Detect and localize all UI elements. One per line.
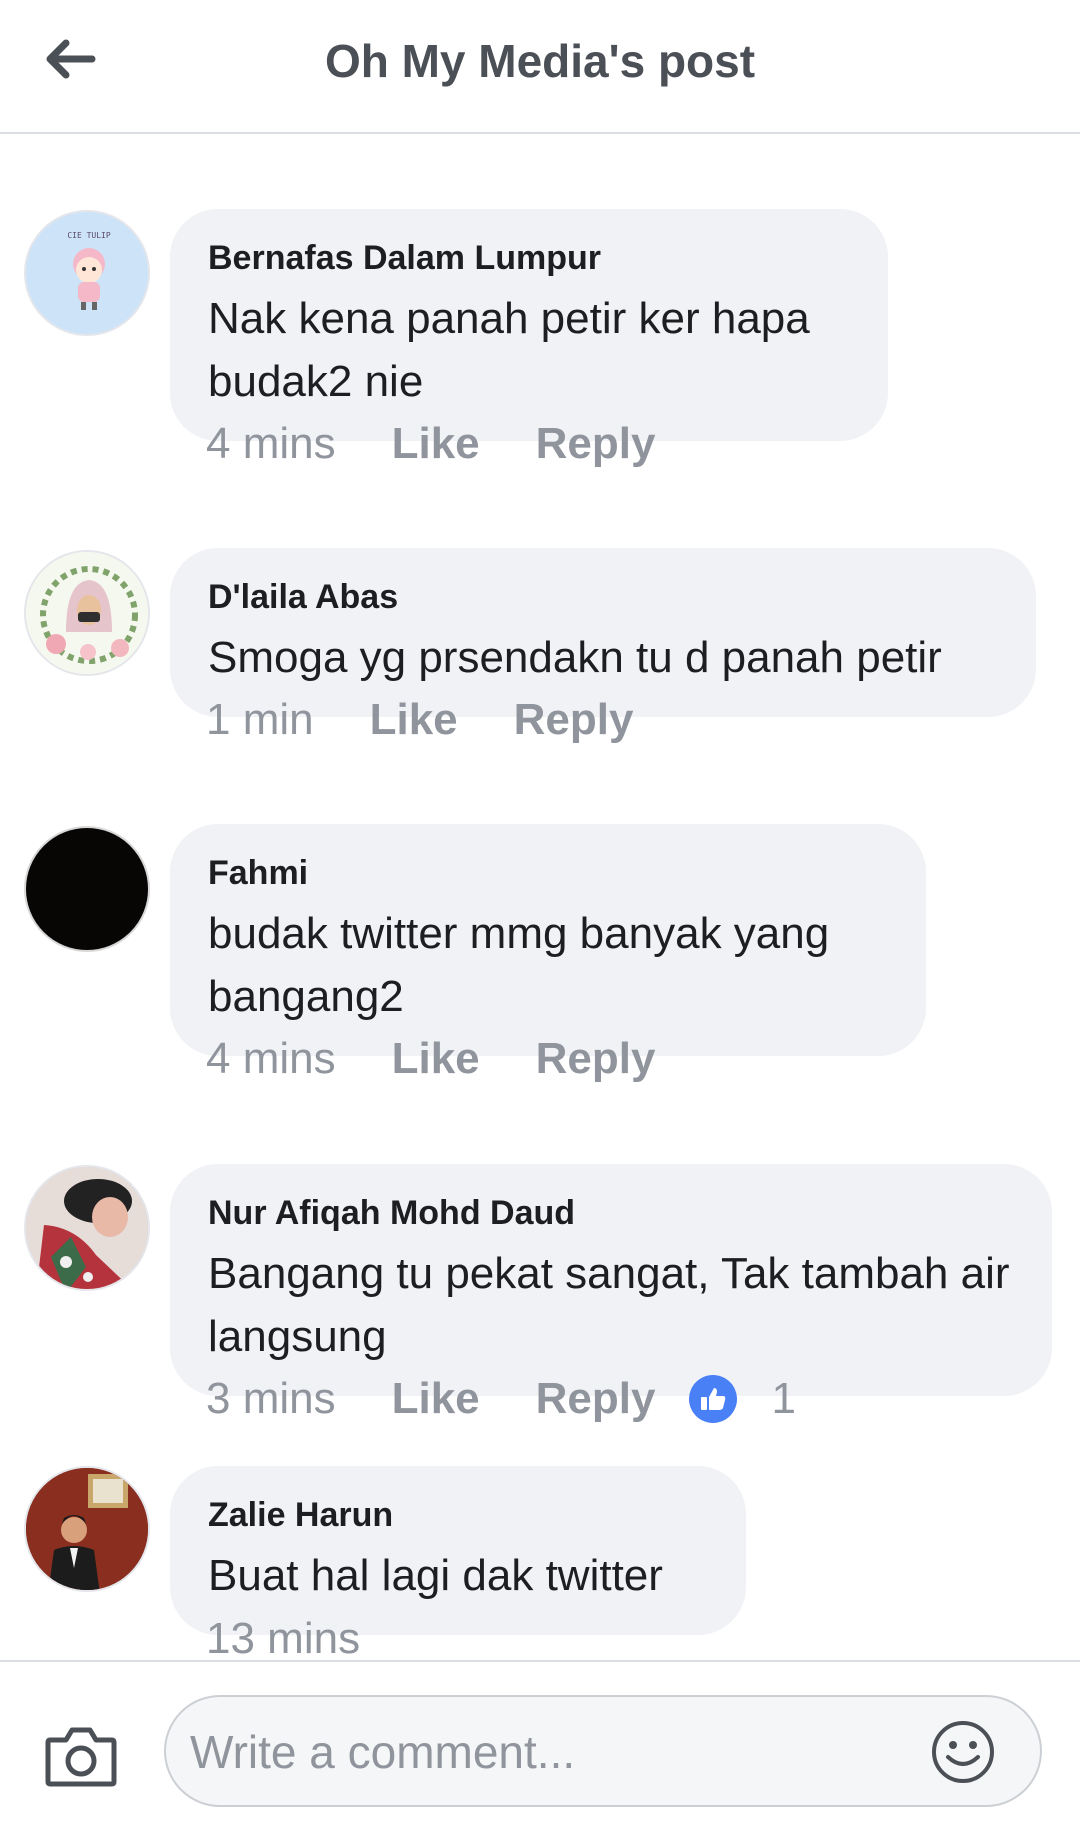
emoji-button[interactable] (930, 1719, 996, 1785)
avatar[interactable]: CIE TULIP (24, 210, 150, 336)
like-button[interactable]: Like (392, 419, 480, 469)
thumbs-up-icon (689, 1375, 738, 1423)
comment-actions: 13 mins (206, 1614, 360, 1659)
comment-text: Smoga yg prsendakn tu d panah petir (208, 633, 942, 682)
comment-actions: 4 mins Like Reply (206, 1034, 711, 1084)
comment-author[interactable]: Nur Afiqah Mohd Daud (208, 1194, 1014, 1232)
smiley-icon (932, 1721, 994, 1783)
reply-button[interactable]: Reply (536, 1034, 656, 1084)
avatar-photo (26, 1167, 148, 1289)
comment-bubble[interactable]: D'laila Abas Smoga yg prsendakn tu d pan… (170, 548, 1036, 717)
reaction-count: 1 (771, 1374, 796, 1423)
comment-composer: Write a comment... (0, 1660, 1080, 1837)
reply-button[interactable]: Reply (536, 1374, 656, 1424)
top-bar: Oh My Media's post (0, 0, 1080, 134)
avatar[interactable] (24, 550, 150, 676)
comment-time[interactable]: 1 min (206, 695, 314, 745)
comment-actions: 4 mins Like Reply (206, 419, 711, 469)
comment-time[interactable]: 4 mins (206, 419, 336, 469)
avatar-photo (26, 1468, 148, 1590)
reply-button[interactable]: Reply (514, 695, 634, 745)
camera-button[interactable] (44, 1724, 118, 1788)
reply-button[interactable]: Reply (536, 419, 656, 469)
comment-time[interactable]: 13 mins (206, 1614, 360, 1659)
like-button[interactable]: Like (392, 1374, 480, 1424)
comment-bubble[interactable]: Nur Afiqah Mohd Daud Bangang tu pekat sa… (170, 1164, 1052, 1396)
avatar[interactable] (24, 1165, 150, 1291)
comment-input-placeholder: Write a comment... (190, 1726, 576, 1778)
comment-actions: 1 min Like Reply (206, 695, 689, 745)
avatar-illustration: CIE TULIP (26, 212, 148, 334)
comment-actions: 3 mins Like Reply 1 (206, 1374, 796, 1424)
comment-author[interactable]: Zalie Harun (208, 1496, 708, 1534)
avatar-caption: CIE TULIP (67, 231, 111, 240)
comment-text: budak twitter mmg banyak yang bangang2 (208, 909, 830, 1021)
camera-icon (45, 1727, 117, 1787)
page-title: Oh My Media's post (324, 35, 756, 87)
comment-time[interactable]: 4 mins (206, 1034, 336, 1084)
like-button[interactable]: Like (370, 695, 458, 745)
comment-author[interactable]: Bernafas Dalam Lumpur (208, 239, 850, 277)
comment-list: CIE TULIP Bernafas Dalam Lumpur Nak kena… (0, 135, 1080, 1659)
comment-bubble[interactable]: Fahmi budak twitter mmg banyak yang bang… (170, 824, 926, 1056)
comment-bubble[interactable]: Bernafas Dalam Lumpur Nak kena panah pet… (170, 209, 888, 441)
avatar-illustration (26, 552, 148, 674)
avatar[interactable] (24, 826, 150, 952)
comment-text: Nak kena panah petir ker hapa budak2 nie (208, 294, 810, 406)
comment-text: Bangang tu pekat sangat, Tak tambah air … (208, 1249, 1010, 1361)
avatar[interactable] (24, 1466, 150, 1592)
comment-time[interactable]: 3 mins (206, 1374, 336, 1424)
comment-text: Buat hal lagi dak twitter (208, 1551, 663, 1600)
like-button[interactable]: Like (392, 1034, 480, 1084)
comment-bubble[interactable]: Zalie Harun Buat hal lagi dak twitter (170, 1466, 746, 1635)
reaction-summary[interactable]: 1 (689, 1374, 796, 1424)
comment-input[interactable]: Write a comment... (164, 1695, 1042, 1807)
comment-author[interactable]: D'laila Abas (208, 578, 998, 616)
comment-author[interactable]: Fahmi (208, 854, 888, 892)
